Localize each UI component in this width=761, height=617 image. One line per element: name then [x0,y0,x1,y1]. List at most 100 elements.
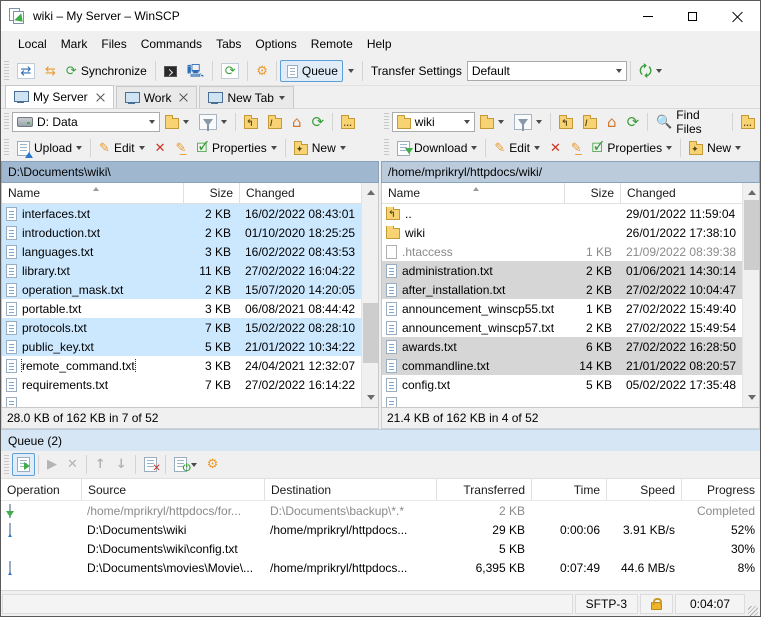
local-column-changed[interactable]: Changed [239,183,361,203]
file-row[interactable]: operation_mask.txt 2 KB 15/07/2020 14:20:0… [2,280,361,299]
remote-filter-button[interactable] [509,110,547,134]
file-row[interactable]: administration.txt 2 KB 01/06/2021 14:30:1… [382,261,742,280]
menu-item-tabs[interactable]: Tabs [209,33,248,55]
local-directory-tree-button[interactable]: … [336,112,360,133]
local-delete-button[interactable]: ✕ [150,138,171,159]
queue-cancel-button[interactable]: ✕ [62,454,83,475]
scroll-up-icon[interactable] [743,183,759,200]
local-scrollbar-thumb[interactable] [363,303,378,363]
session-tab-work[interactable]: Work [115,86,198,108]
queue-column-progress[interactable]: Progress [681,479,760,500]
scroll-down-icon[interactable] [743,390,759,407]
local-edit-button[interactable]: ✎ Edit [94,137,150,159]
file-row[interactable]: introduction.txt 2 KB 01/10/2020 18:25:25 [2,223,361,242]
new-tab-dropdown-icon[interactable] [278,95,285,103]
menu-item-options[interactable]: Options [248,33,303,55]
queue-move-up-button[interactable]: ↑ [90,454,111,475]
remote-rename-button[interactable]: ✎̲ [566,138,587,159]
queue-resume-button[interactable]: ▶ [42,454,62,475]
file-row[interactable]: languages.txt 3 KB 16/02/2022 08:43:53 [2,242,361,261]
queue-item-row[interactable]: D:\Documents\movies\Movie\... /home/mprik… [1,558,760,577]
preferences-button[interactable]: ⚙ [251,61,273,82]
file-row[interactable]: protocols.txt 7 KB 15/02/2022 08:28:10 [2,318,361,337]
local-scrollbar[interactable] [361,183,378,407]
local-column-size[interactable]: Size [183,183,239,203]
remote-delete-button[interactable]: ✕ [545,138,566,159]
session-tab-my-server[interactable]: My Server [5,85,114,108]
local-column-name[interactable]: Name [2,183,183,203]
file-row[interactable]: commandline.txt 14 KB 21/01/2022 08:20:57 [382,356,742,375]
file-row[interactable]: remote_command.txt 3 KB 24/04/2021 12:32:0… [2,356,361,375]
queue-column-operation[interactable]: Operation [1,479,81,500]
menu-item-local[interactable]: Local [11,33,54,55]
menu-item-help[interactable]: Help [360,33,399,55]
transfer-options-button[interactable]: 🗘 [634,61,667,82]
local-parent-directory-button[interactable]: ↰ [239,112,263,133]
remote-open-directory-button[interactable] [475,112,509,133]
local-properties-button[interactable]: 🗹 Properties [191,137,281,159]
queue-item-row[interactable]: D:\Documents\wiki/home/mprikryl/httpdocs… [1,520,760,539]
remote-directory-combo[interactable]: wiki [391,112,476,132]
remote-directory-tree-button[interactable]: … [736,112,760,133]
transfer-settings-combo[interactable]: Default [466,61,627,81]
queue-preferences-button[interactable]: ⚙ [202,454,224,475]
queue-toggle-button[interactable]: Queue [279,60,343,82]
menu-item-commands[interactable]: Commands [134,33,209,55]
file-row[interactable]: portable.txt 3 KB 06/08/2021 08:44:42 [2,299,361,318]
queue-column-source[interactable]: Source [81,479,264,500]
encryption-cell[interactable] [640,593,673,614]
file-row[interactable]: library.txt 11 KB 27/02/2022 16:04:22 [2,261,361,280]
remote-root-directory-button[interactable]: / [578,112,602,133]
maximize-button[interactable] [670,1,715,31]
file-row[interactable]: public_key.txt 5 KB 21/01/2022 10:34:22 [2,337,361,356]
remote-scrollbar[interactable] [742,183,759,407]
queue-show-button[interactable] [12,453,35,476]
remote-column-name[interactable]: Name [382,183,564,203]
remote-home-directory-button[interactable]: ⌂ [602,112,622,133]
queue-column-transferred[interactable]: Transferred [436,479,531,500]
session-tab-new-tab[interactable]: New Tab [199,86,294,108]
menu-item-files[interactable]: Files [94,33,133,55]
remote-new-button[interactable]: ✦ New [684,137,746,159]
file-row[interactable]: ↰.. 29/01/2022 11:59:04 [382,204,742,223]
file-row[interactable]: announcement_winscp57.txt 2 KB 27/02/2022 … [382,318,742,337]
file-row[interactable]: awards.txt 6 KB 27/02/2022 16:28:50 [382,337,742,356]
file-row[interactable]: requirements.txt 7 KB 27/02/2022 16:14:22 [2,375,361,394]
commander-layout-button[interactable]: ⇄ [12,59,40,83]
file-row[interactable]: announcement_winscp55.txt 1 KB 27/02/2022 … [382,299,742,318]
queue-move-down-button[interactable]: ↓ [111,454,132,475]
close-button[interactable] [715,1,760,31]
local-refresh-button[interactable]: ⟳ [307,112,330,133]
queue-dropdown[interactable] [343,62,359,80]
scroll-up-icon[interactable] [362,183,378,200]
queue-column-time[interactable]: Time [531,479,606,500]
local-home-directory-button[interactable]: ⌂ [287,112,307,133]
open-in-putty-button[interactable]: 🖳 [182,61,209,82]
synchronize-button[interactable]: ⟳ Synchronize [61,60,152,82]
file-row[interactable]: after_installation.txt 2 KB 27/02/2022 10:… [382,280,742,299]
queue-item-row[interactable]: D:\Documents\wiki\config.txt 5 KB 30% [1,539,760,558]
protocol-cell[interactable]: SFTP-3 [574,593,638,614]
local-open-directory-button[interactable] [160,112,194,133]
queue-process-button[interactable]: ⏻ [169,453,202,476]
open-console-button[interactable] [159,62,182,81]
local-drive-combo[interactable]: D: Data [12,112,160,132]
upload-button[interactable]: Upload [12,137,87,160]
resize-grip[interactable] [748,606,758,616]
menu-item-remote[interactable]: Remote [304,33,360,55]
queue-column-destination[interactable]: Destination [264,479,436,500]
minimize-button[interactable] [625,1,670,31]
close-tab-icon[interactable] [96,93,105,102]
file-row[interactable]: .htaccess 1 KB 21/09/2022 08:39:38 [382,242,742,261]
remote-path-header[interactable]: /home/mprikryl/httpdocs/wiki/ [381,161,760,183]
menu-item-mark[interactable]: Mark [54,33,95,55]
download-button[interactable]: Download [392,137,482,160]
file-row[interactable]: interfaces.txt 2 KB 16/02/2022 08:43:01 [2,204,361,223]
remote-column-changed[interactable]: Changed [620,183,742,203]
file-row[interactable]: wiki 26/01/2022 17:38:10 [382,223,742,242]
remote-parent-directory-button[interactable]: ↰ [554,112,578,133]
local-root-directory-button[interactable]: / [263,112,287,133]
scroll-down-icon[interactable] [362,390,378,407]
toolbar-grip[interactable] [4,61,9,81]
queue-item-row[interactable]: /home/mprikryl/httpdocs/for... D:\Documen… [1,501,760,520]
